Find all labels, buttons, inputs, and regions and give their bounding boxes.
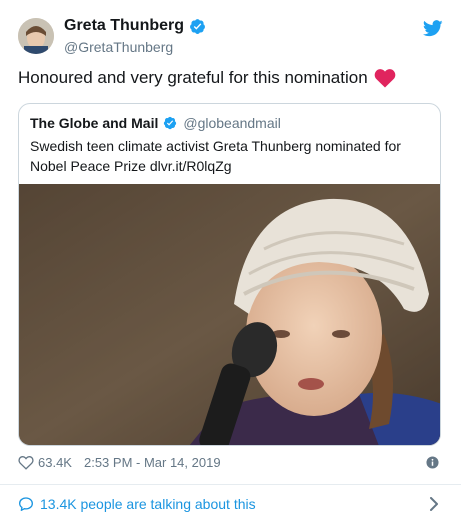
author-handle[interactable]: @GretaThunberg	[64, 39, 173, 55]
verified-badge-icon	[190, 18, 205, 34]
avatar[interactable]	[18, 18, 54, 54]
tweet-card: Greta Thunberg @GretaThunberg Honoured a…	[0, 0, 461, 519]
quoted-tweet-text: Swedish teen climate activist Greta Thun…	[30, 138, 401, 174]
quoted-tweet-header: The Globe and Mail @globeandmail	[30, 115, 281, 131]
author-name[interactable]: Greta Thunberg	[64, 17, 184, 35]
tweet-text: Honoured and very grateful for this nomi…	[18, 68, 396, 88]
tweet-body: Honoured and very grateful for this nomi…	[18, 68, 368, 87]
quoted-tweet[interactable]: The Globe and Mail @globeandmail Swedish…	[18, 103, 441, 446]
divider	[0, 484, 461, 485]
speech-bubble-icon	[19, 497, 33, 511]
conversation-count-label[interactable]: 13.4K people are talking about this	[40, 496, 256, 512]
tweet-meta: 63.4K 2:53 PM - Mar 14, 2019	[18, 455, 441, 470]
like-count[interactable]: 63.4K	[38, 455, 72, 470]
heart-outline-icon[interactable]	[18, 455, 34, 470]
twitter-bird-icon[interactable]	[423, 20, 443, 37]
quoted-author-name[interactable]: The Globe and Mail	[30, 115, 158, 131]
verified-badge-icon	[164, 116, 177, 130]
chevron-right-icon[interactable]	[429, 497, 439, 511]
author-name-row[interactable]: Greta Thunberg	[64, 17, 206, 35]
red-heart-icon	[374, 69, 395, 88]
conversation-link[interactable]: 13.4K people are talking about this	[18, 496, 441, 512]
info-icon[interactable]	[426, 456, 439, 469]
tweet-timestamp[interactable]: 2:53 PM - Mar 14, 2019	[84, 455, 221, 470]
quoted-tweet-photo[interactable]	[19, 184, 441, 446]
quoted-author-handle[interactable]: @globeandmail	[183, 115, 281, 131]
